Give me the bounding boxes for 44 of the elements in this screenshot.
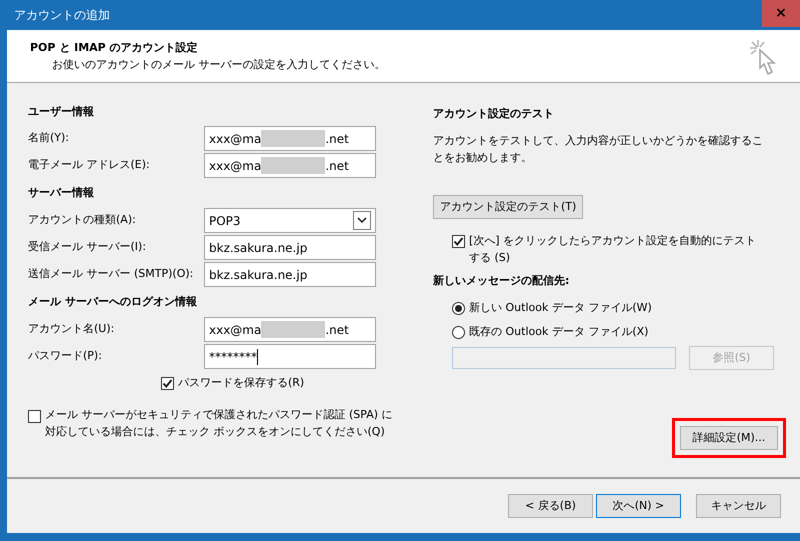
section-heading: アカウント設定のテスト bbox=[433, 106, 554, 122]
password-field[interactable]: ******** bbox=[204, 344, 376, 369]
header-title: POP と IMAP のアカウント設定 bbox=[30, 40, 198, 56]
dialog-button[interactable]: キャンセル bbox=[696, 494, 781, 518]
section-heading: ユーザー情報 bbox=[28, 104, 94, 120]
text-field[interactable]: bkz.sakura.ne.jp bbox=[204, 262, 376, 287]
checkbox-label: メール サーバーがセキュリティで保護されたパスワード認証 (SPA) に対応している場合には、チェック ボックスをオンにしてください(Q) bbox=[45, 407, 394, 440]
redaction-block bbox=[261, 321, 326, 338]
window-title: アカウントの追加 bbox=[14, 7, 110, 24]
dialog-button[interactable]: < 戻る(B) bbox=[508, 494, 593, 518]
field-label: 電子メール アドレス(E): bbox=[28, 157, 151, 174]
field-label: アカウント名(U): bbox=[28, 321, 116, 338]
field-label: 受信メール サーバー(I): bbox=[28, 239, 148, 256]
header-subtitle: お使いのアカウントのメール サーバーの設定を入力してください。 bbox=[52, 56, 386, 72]
radio-button[interactable] bbox=[452, 302, 465, 314]
text-field[interactable]: bkz.sakura.ne.jp bbox=[204, 235, 376, 260]
section-heading: サーバー情報 bbox=[28, 184, 94, 201]
text-field[interactable]: xxx@ma .net bbox=[204, 153, 376, 178]
redaction-block bbox=[261, 157, 326, 174]
field-label: 名前(Y): bbox=[28, 130, 70, 146]
chevron-down-icon bbox=[353, 211, 371, 230]
test-account-button[interactable]: アカウント設定のテスト(T) bbox=[433, 195, 584, 219]
radio-label: 新しい Outlook データ ファイル(W) bbox=[469, 300, 652, 316]
checkbox[interactable] bbox=[28, 410, 41, 423]
close-button[interactable]: × bbox=[762, 0, 800, 27]
checkbox[interactable] bbox=[161, 376, 174, 390]
redaction-block bbox=[261, 130, 326, 147]
field-label: アカウントの種類(A): bbox=[28, 212, 137, 228]
checkbox-label: パスワードを保存する(R) bbox=[178, 374, 304, 391]
field-label: 送信メール サーバー (SMTP)(O): bbox=[28, 266, 194, 282]
section-description: アカウントをテストして、入力内容が正しいかどうかを確認することをお勧めします。 bbox=[433, 133, 764, 166]
checkbox[interactable] bbox=[452, 235, 465, 248]
text-field[interactable]: xxx@ma .net bbox=[204, 126, 376, 151]
section-heading: メール サーバーへのログオン情報 bbox=[28, 294, 197, 310]
advanced-settings-button[interactable]: 詳細設定(M)... bbox=[680, 426, 778, 450]
text-cursor bbox=[257, 348, 258, 364]
text-field[interactable]: xxx@ma .net bbox=[204, 317, 376, 342]
section-heading: 新しいメッセージの配信先: bbox=[433, 272, 570, 289]
checkbox-label: [次へ] をクリックしたらアカウント設定を自動的にテストする (S) bbox=[469, 233, 758, 266]
radio-button[interactable] bbox=[452, 326, 465, 338]
account-type-dropdown[interactable]: POP3 bbox=[204, 208, 376, 233]
field-label: パスワード(P): bbox=[28, 348, 103, 364]
dialog-button[interactable]: 次へ(N) > bbox=[596, 494, 681, 518]
radio-label: 既存の Outlook データ ファイル(X) bbox=[469, 324, 648, 340]
